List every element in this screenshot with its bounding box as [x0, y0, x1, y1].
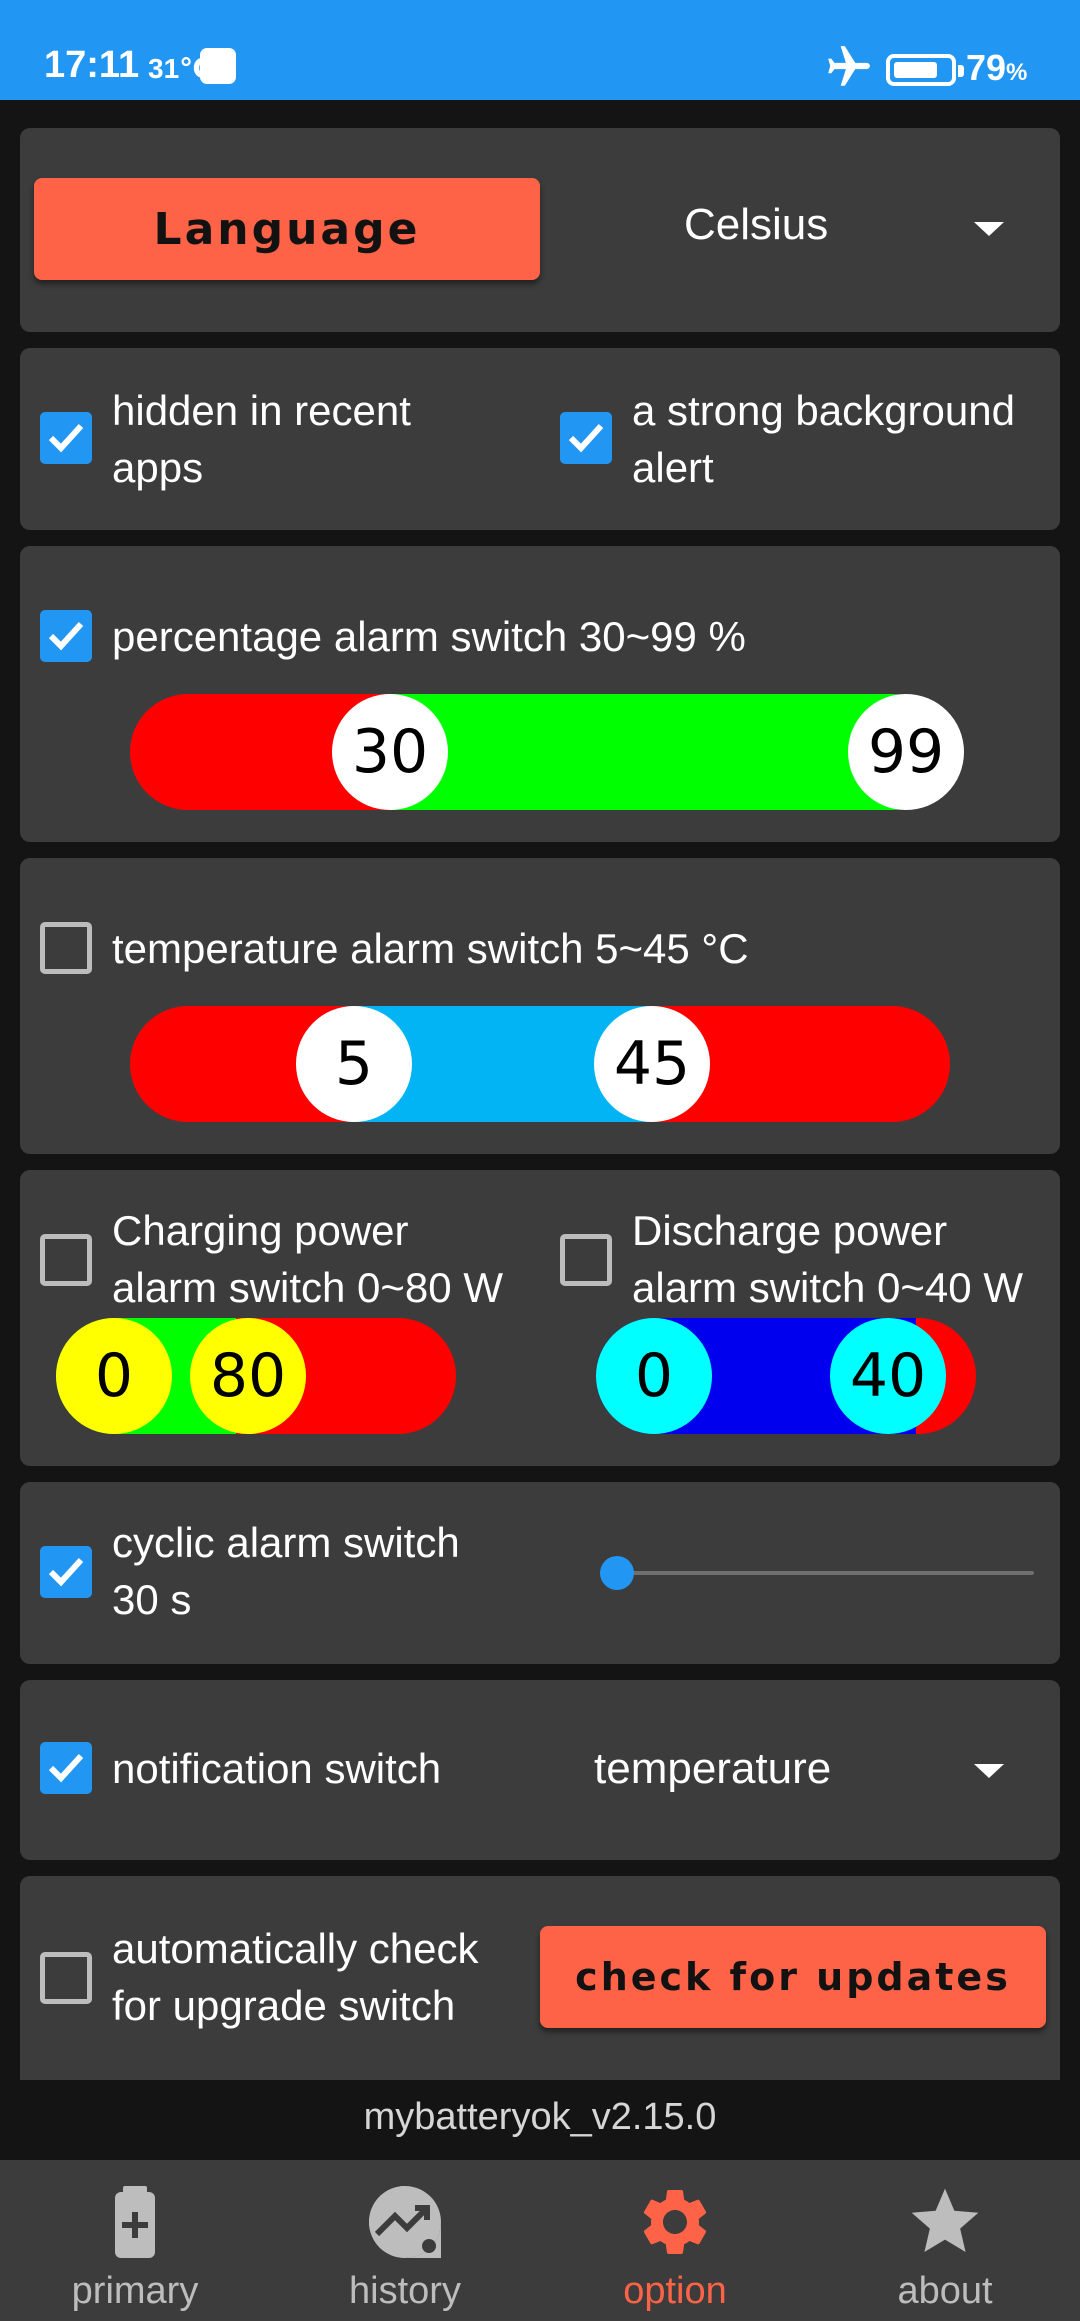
percentage-alarm-label: percentage alarm switch 30~99 %	[112, 613, 746, 660]
notification-dropdown-value: temperature	[594, 1744, 832, 1793]
nav-label: about	[897, 2270, 993, 2312]
label-line: alarm switch 0~80 W	[112, 1264, 503, 1311]
star-icon	[911, 2188, 979, 2252]
range-between-segment	[390, 694, 910, 810]
temperature-alarm-label: temperature alarm switch 5~45 °C	[112, 925, 749, 972]
charging-high-thumb[interactable]: 80	[190, 1318, 306, 1434]
language-button[interactable]: Language	[34, 178, 540, 280]
label-line: cyclic alarm switch	[112, 1519, 460, 1566]
cyclic-interval-slider[interactable]	[580, 1538, 1040, 1608]
cyclic-alarm-card: cyclic alarm switch 30 s	[20, 1482, 1060, 1664]
battery-icon	[886, 54, 964, 86]
percentage-high-thumb[interactable]: 99	[848, 694, 964, 810]
cyclic-alarm-checkbox[interactable]	[40, 1546, 92, 1598]
battery-plus-icon	[115, 2186, 155, 2258]
slider-track	[600, 1571, 1034, 1575]
battery-nub	[958, 65, 964, 77]
auto-upgrade-label: automatically check for upgrade switch	[112, 1920, 479, 2034]
cyclic-alarm-label: cyclic alarm switch 30 s	[112, 1514, 460, 1628]
label-line: automatically check	[112, 1925, 479, 1972]
label-line: 30 s	[112, 1576, 192, 1623]
notification-type-dropdown[interactable]: temperature	[580, 1710, 1040, 1830]
visibility-card: hidden in recent apps a strong backgroun…	[20, 348, 1060, 530]
strong-background-alert-checkbox[interactable]	[560, 412, 612, 464]
check-icon	[48, 423, 84, 453]
bottom-navigation: primary history option about	[0, 2160, 1080, 2321]
language-card: Language Celsius	[20, 128, 1060, 332]
status-bar: 17:11 31℃ 79%	[0, 0, 1080, 100]
unit-dropdown[interactable]: Celsius	[580, 168, 1040, 288]
temperature-alarm-checkbox[interactable]	[40, 922, 92, 974]
temperature-range-slider[interactable]	[130, 1006, 950, 1122]
discharge-power-label: Discharge power alarm switch 0~40 W	[632, 1202, 1023, 1316]
auto-upgrade-checkbox[interactable]	[40, 1952, 92, 2004]
hidden-in-recent-label: hidden in recent apps	[112, 382, 411, 496]
airplane-mode-icon	[828, 46, 870, 86]
nav-label: primary	[71, 2270, 199, 2312]
charging-power-label: Charging power alarm switch 0~80 W	[112, 1202, 503, 1316]
label-line: for upgrade switch	[112, 1982, 456, 2029]
charging-power-checkbox[interactable]	[40, 1234, 92, 1286]
check-icon	[568, 423, 604, 453]
status-time: 17:11	[44, 44, 140, 86]
check-icon	[48, 621, 84, 651]
discharge-low-thumb[interactable]: 0	[596, 1318, 712, 1434]
charging-low-thumb[interactable]: 0	[56, 1318, 172, 1434]
label-line: Charging power	[112, 1207, 409, 1254]
nav-item-history[interactable]: history	[270, 2160, 540, 2321]
gear-icon	[643, 2190, 707, 2254]
check-icon	[48, 1557, 84, 1587]
nav-label: option	[623, 2270, 727, 2312]
notification-card: notification switch temperature	[20, 1680, 1060, 1860]
slider-thumb[interactable]	[600, 1556, 634, 1590]
dropdown-arrow-icon	[974, 222, 1004, 236]
temperature-alarm-card: temperature alarm switch 5~45 °C 5 45	[20, 858, 1060, 1154]
battery-level-fill	[894, 62, 937, 78]
discharge-power-checkbox[interactable]	[560, 1234, 612, 1286]
temperature-high-thumb[interactable]: 45	[594, 1006, 710, 1122]
percentage-alarm-card: percentage alarm switch 30~99 % 30 99	[20, 546, 1060, 842]
updates-card: automatically check for upgrade switch c…	[20, 1876, 1060, 2080]
version-label: mybatteryok_v2.15.0	[363, 2096, 717, 2138]
strong-background-alert-label: a strong background alert	[632, 382, 1015, 496]
nav-label: history	[349, 2270, 461, 2312]
battery-percent-value: 79	[966, 47, 1007, 88]
notification-label: notification switch	[112, 1745, 442, 1792]
unit-dropdown-value: Celsius	[684, 200, 829, 249]
notification-square-icon	[200, 48, 236, 84]
dropdown-arrow-icon	[974, 1764, 1004, 1778]
label-line: alert	[632, 444, 714, 491]
temperature-low-thumb[interactable]: 5	[296, 1006, 412, 1122]
nav-item-primary[interactable]: primary	[0, 2160, 270, 2321]
nav-item-about[interactable]: about	[810, 2160, 1080, 2321]
notification-checkbox[interactable]	[40, 1742, 92, 1794]
percentage-alarm-checkbox[interactable]	[40, 610, 92, 662]
check-for-updates-button[interactable]: check for updates	[540, 1926, 1046, 2028]
discharge-high-thumb[interactable]: 40	[830, 1318, 946, 1434]
label-line: hidden in recent	[112, 387, 411, 434]
label-line: apps	[112, 444, 204, 491]
label-line: Discharge power	[632, 1207, 948, 1254]
power-alarm-card: Charging power alarm switch 0~80 W 0 80 …	[20, 1170, 1060, 1466]
hidden-in-recent-checkbox[interactable]	[40, 412, 92, 464]
percentage-range-slider[interactable]	[130, 694, 950, 810]
check-icon	[48, 1753, 84, 1783]
status-battery-percent: 79%	[966, 47, 1027, 89]
nav-item-option[interactable]: option	[540, 2160, 810, 2321]
label-line: alarm switch 0~40 W	[632, 1264, 1023, 1311]
percentage-low-thumb[interactable]: 30	[332, 694, 448, 810]
label-line: a strong background	[632, 387, 1015, 434]
battery-percent-sign: %	[1006, 59, 1028, 86]
history-chart-icon	[369, 2186, 441, 2258]
